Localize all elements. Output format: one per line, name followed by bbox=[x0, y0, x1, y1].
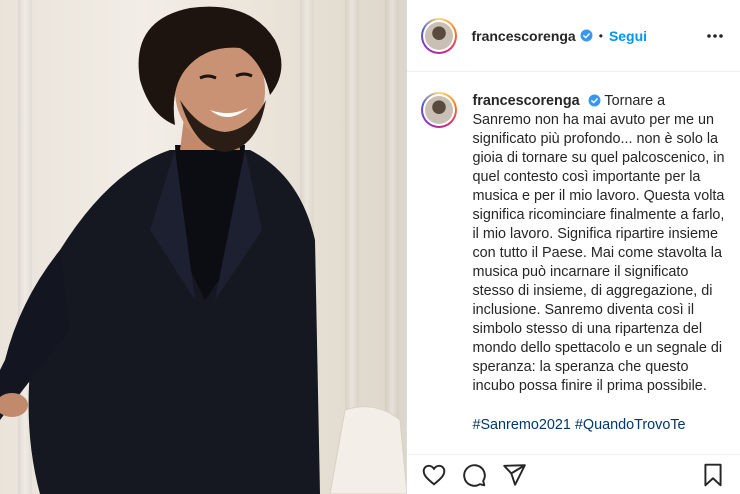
caption-username[interactable]: francescorenga bbox=[472, 93, 579, 109]
hashtag-link[interactable]: #Sanremo2021 bbox=[472, 417, 570, 433]
separator-dot: • bbox=[598, 28, 603, 43]
instagram-post: francescorenga • Segui francescorenga To… bbox=[0, 0, 740, 494]
caption-text: Tornare a Sanremo non ha mai avuto per m… bbox=[472, 93, 725, 394]
heart-icon[interactable] bbox=[421, 462, 447, 488]
caption-text-block: francescorenga Tornare a Sanremo non ha … bbox=[472, 92, 727, 435]
hashtag-link[interactable]: #QuandoTrovoTe bbox=[575, 417, 686, 433]
avatar[interactable] bbox=[421, 17, 458, 54]
action-bar bbox=[407, 454, 740, 494]
comment-icon[interactable] bbox=[461, 462, 487, 488]
post-header: francescorenga • Segui bbox=[407, 0, 740, 72]
verified-badge-icon bbox=[580, 29, 593, 42]
post-photo[interactable] bbox=[0, 0, 407, 494]
caption-avatar[interactable] bbox=[421, 92, 458, 128]
more-options-icon[interactable] bbox=[706, 33, 724, 39]
post-sidebar: francescorenga • Segui francescorenga To… bbox=[406, 0, 740, 494]
bookmark-icon[interactable] bbox=[700, 462, 726, 488]
follow-button[interactable]: Segui bbox=[609, 28, 647, 44]
verified-badge-icon bbox=[588, 94, 601, 107]
man-in-suit-illustration bbox=[0, 6, 407, 494]
hashtags: #Sanremo2021 #QuandoTrovoTe bbox=[472, 416, 727, 435]
header-username[interactable]: francescorenga bbox=[471, 28, 575, 44]
share-icon[interactable] bbox=[501, 462, 527, 488]
caption: francescorenga Tornare a Sanremo non ha … bbox=[421, 92, 727, 435]
